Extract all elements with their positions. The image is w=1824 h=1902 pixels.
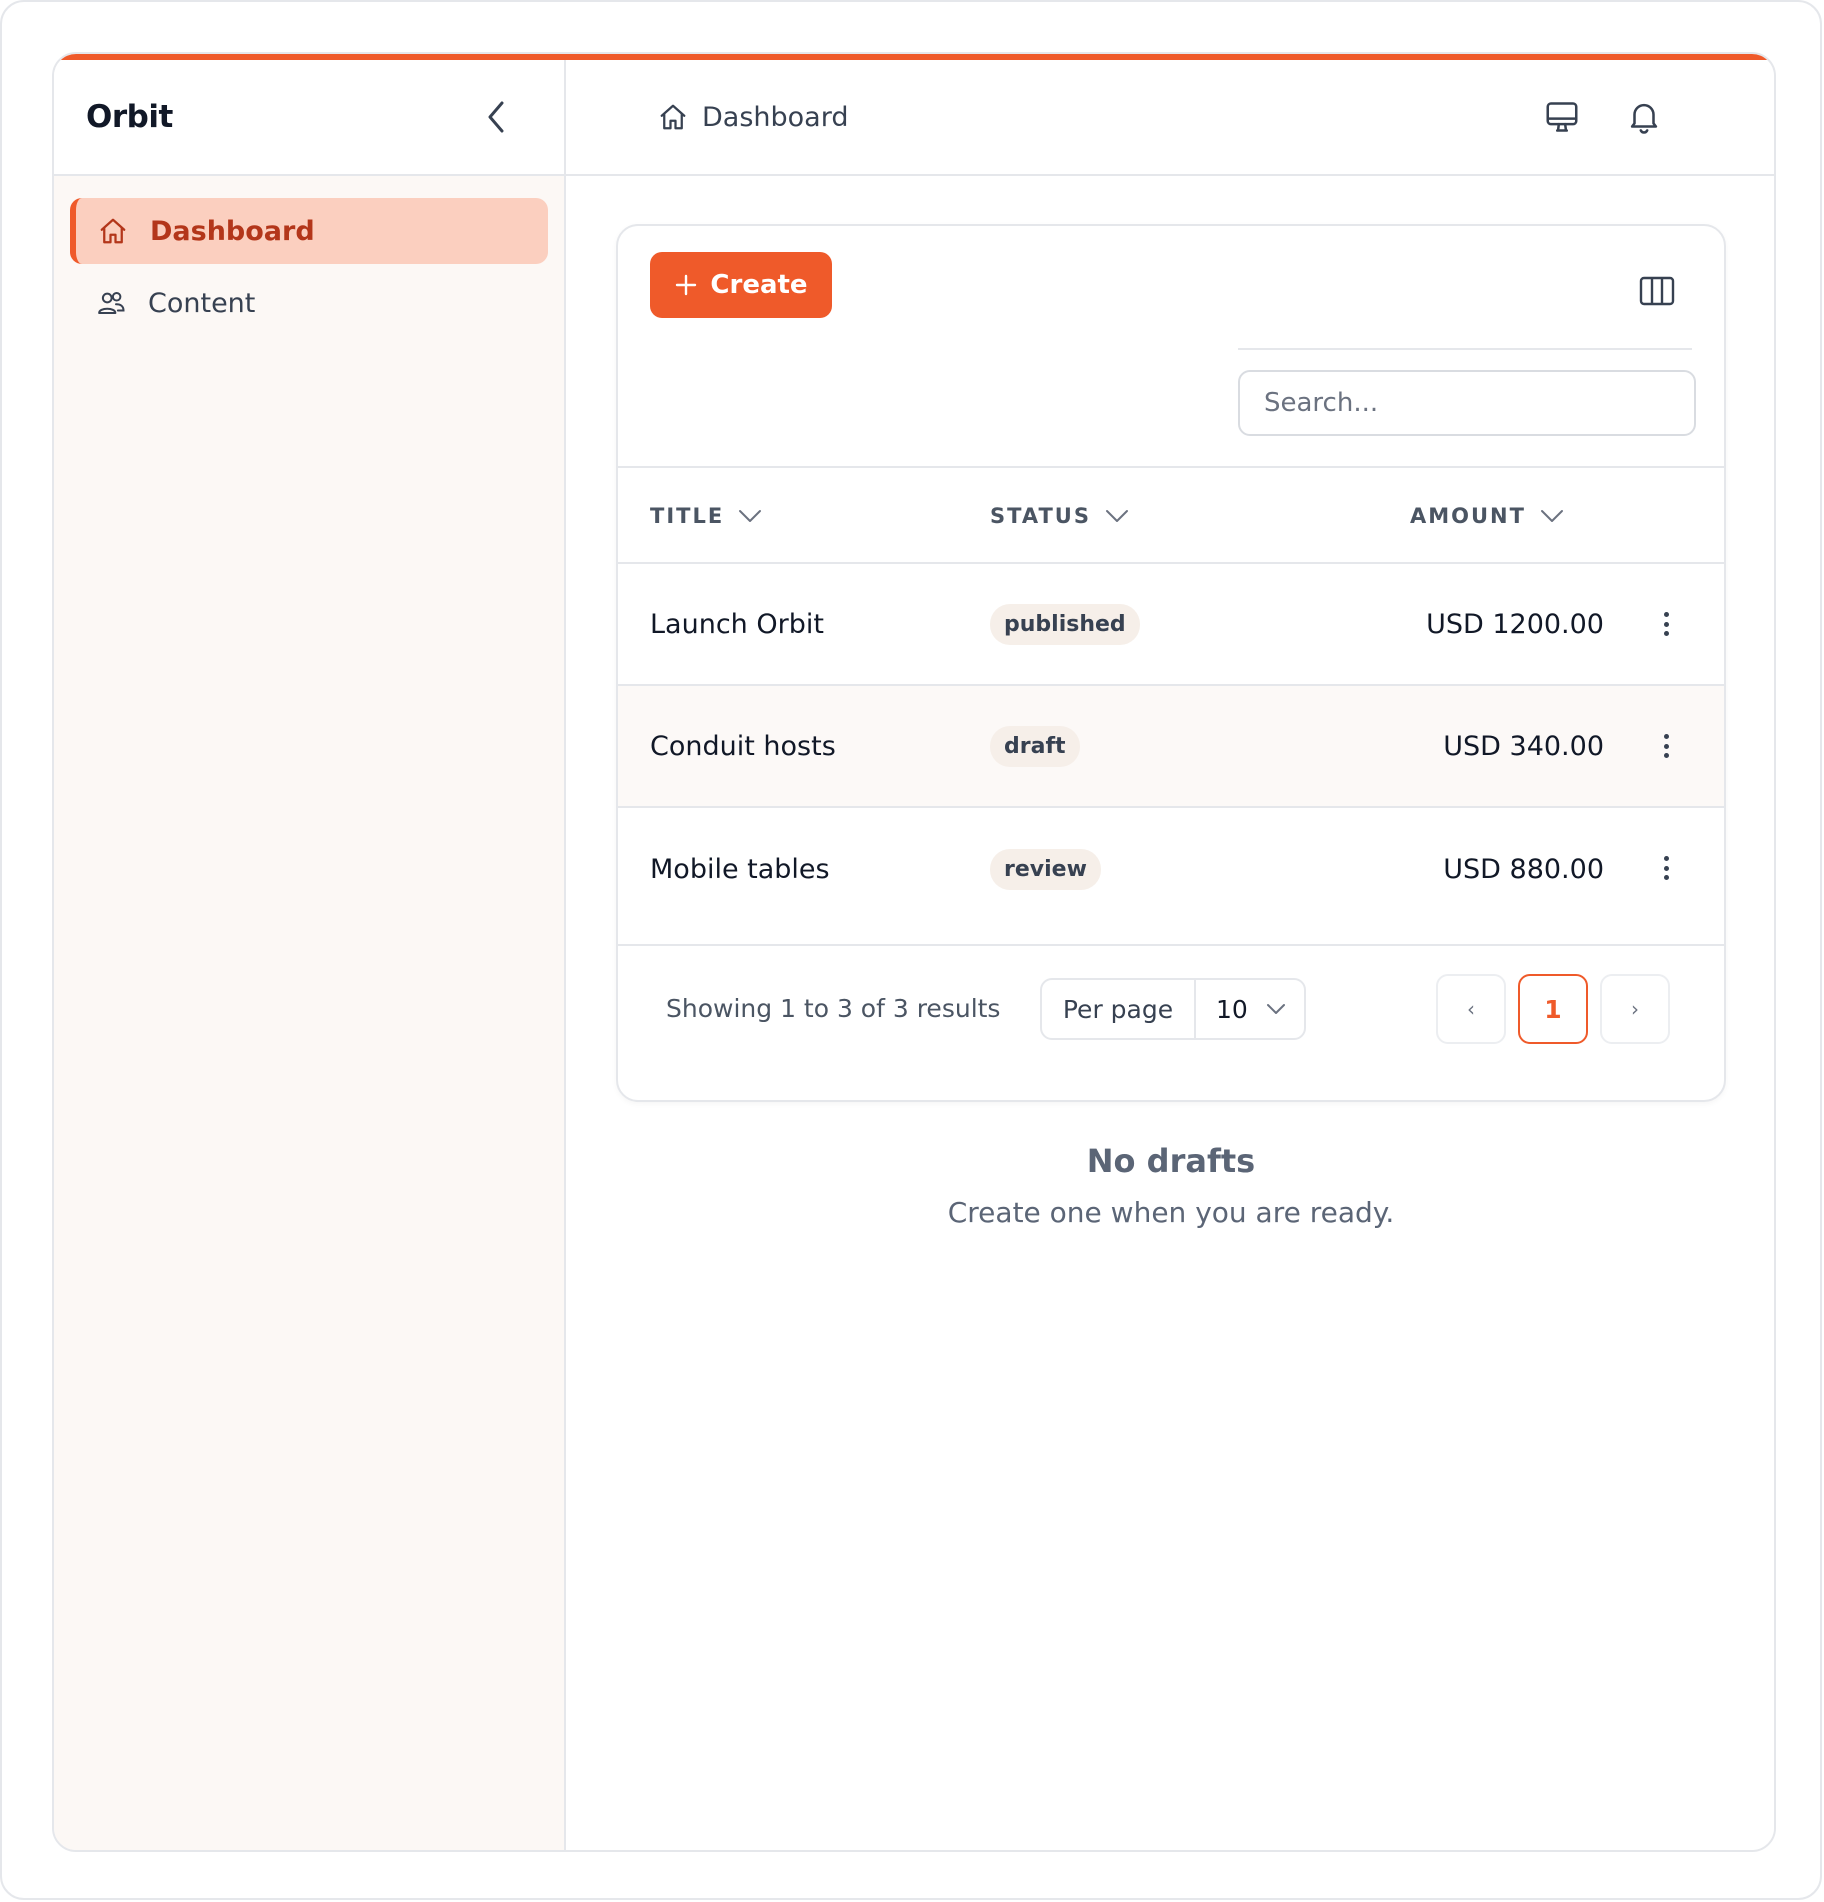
table-header: TITLE STATUS AMOUNT <box>618 466 1724 564</box>
row-actions-button[interactable] <box>1660 606 1672 642</box>
status-badge: draft <box>990 725 1080 767</box>
plus-icon <box>676 274 697 296</box>
per-page-control: Per page 10 <box>1040 978 1306 1040</box>
per-page-label: Per page <box>1042 980 1196 1038</box>
per-page-value: 10 <box>1216 994 1248 1024</box>
kebab-dot <box>1663 621 1669 627</box>
sidebar-header: Orbit <box>54 60 564 176</box>
table-row[interactable]: Launch Orbit published USD 1200.00 <box>618 564 1724 686</box>
column-header-amount[interactable]: AMOUNT <box>1410 468 1564 564</box>
toggle-columns-button[interactable] <box>1638 272 1676 310</box>
main-header: Dashboard <box>566 60 1774 176</box>
column-header-label: STATUS <box>990 504 1091 528</box>
records-table-card: Create TITLE STATUS <box>616 224 1726 1102</box>
display-button[interactable] <box>1542 97 1582 137</box>
kebab-dot <box>1663 856 1669 861</box>
sidebar-item-label: Content <box>148 287 256 319</box>
brand-logo: Orbit <box>86 99 173 135</box>
page-1-button[interactable]: 1 <box>1518 974 1588 1044</box>
outer-frame: Orbit Dashboard Content Dashboard Create… <box>0 0 1822 1900</box>
table-row[interactable]: Conduit hosts draft USD 340.00 <box>618 686 1724 808</box>
per-page-select[interactable]: 10 <box>1196 980 1304 1038</box>
kebab-dot <box>1663 631 1669 636</box>
empty-state-subtitle: Create one when you are ready. <box>947 1196 1395 1229</box>
chevron-down-icon <box>739 510 762 522</box>
sidebar-nav: Dashboard Content <box>54 176 564 364</box>
status-badge: published <box>990 603 1140 645</box>
column-header-label: AMOUNT <box>1410 504 1526 528</box>
previous-page-button[interactable]: ‹ <box>1436 974 1506 1044</box>
column-header-label: TITLE <box>650 504 725 528</box>
users-icon <box>94 286 128 320</box>
sidebar: Orbit Dashboard Content <box>54 60 566 1850</box>
kebab-dot <box>1663 734 1669 739</box>
kebab-dot <box>1663 875 1669 880</box>
empty-state-title: No drafts <box>1086 1142 1256 1180</box>
status-badge: review <box>990 848 1101 890</box>
chevron-down-icon <box>1105 510 1128 522</box>
chevron-left-icon <box>488 101 504 133</box>
create-button-label: Create <box>710 270 808 300</box>
collapse-sidebar-button[interactable] <box>478 99 514 135</box>
app-window: Orbit Dashboard Content Dashboard Create… <box>52 52 1776 1852</box>
sidebar-item-content[interactable]: Content <box>70 270 548 336</box>
kebab-dot <box>1663 865 1669 871</box>
search-input[interactable] <box>1238 370 1696 436</box>
kebab-dot <box>1663 743 1669 749</box>
row-amount: USD 340.00 <box>1443 730 1604 762</box>
chevron-down-icon <box>1540 510 1563 522</box>
column-header-status[interactable]: STATUS <box>990 468 1129 564</box>
kebab-dot <box>1663 753 1669 758</box>
breadcrumb[interactable]: Dashboard <box>658 101 848 133</box>
row-amount: USD 880.00 <box>1443 853 1604 885</box>
breadcrumb-label: Dashboard <box>702 101 849 133</box>
column-header-title[interactable]: TITLE <box>650 468 762 564</box>
notifications-button[interactable] <box>1624 97 1664 137</box>
columns-icon <box>1639 276 1675 306</box>
search-divider <box>1238 348 1692 350</box>
row-amount: USD 1200.00 <box>1426 608 1604 640</box>
sidebar-item-label: Dashboard <box>150 215 315 247</box>
table-row[interactable]: Mobile tables review USD 880.00 <box>618 808 1724 946</box>
row-title: Launch Orbit <box>650 608 824 640</box>
results-summary: Showing 1 to 3 of 3 results <box>666 994 1001 1023</box>
row-title: Conduit hosts <box>650 730 836 762</box>
table-footer: Showing 1 to 3 of 3 results Per page 10 … <box>618 946 1724 1102</box>
row-actions-button[interactable] <box>1660 728 1672 764</box>
chevron-down-icon <box>1267 1004 1285 1014</box>
monitor-icon <box>1546 102 1578 132</box>
row-actions-button[interactable] <box>1660 850 1672 886</box>
kebab-dot <box>1663 612 1669 617</box>
next-page-button[interactable]: › <box>1600 974 1670 1044</box>
home-icon <box>96 214 130 248</box>
row-title: Mobile tables <box>650 853 830 885</box>
sidebar-item-dashboard[interactable]: Dashboard <box>70 198 548 264</box>
header-actions <box>1542 97 1664 137</box>
home-icon <box>658 101 690 133</box>
empty-state: No drafts Create one when you are ready. <box>616 1142 1726 1229</box>
create-button[interactable]: Create <box>650 252 832 318</box>
bell-icon <box>1630 103 1658 134</box>
main-content: Dashboard Create Search... TITLE STATUS … <box>566 60 1774 1850</box>
